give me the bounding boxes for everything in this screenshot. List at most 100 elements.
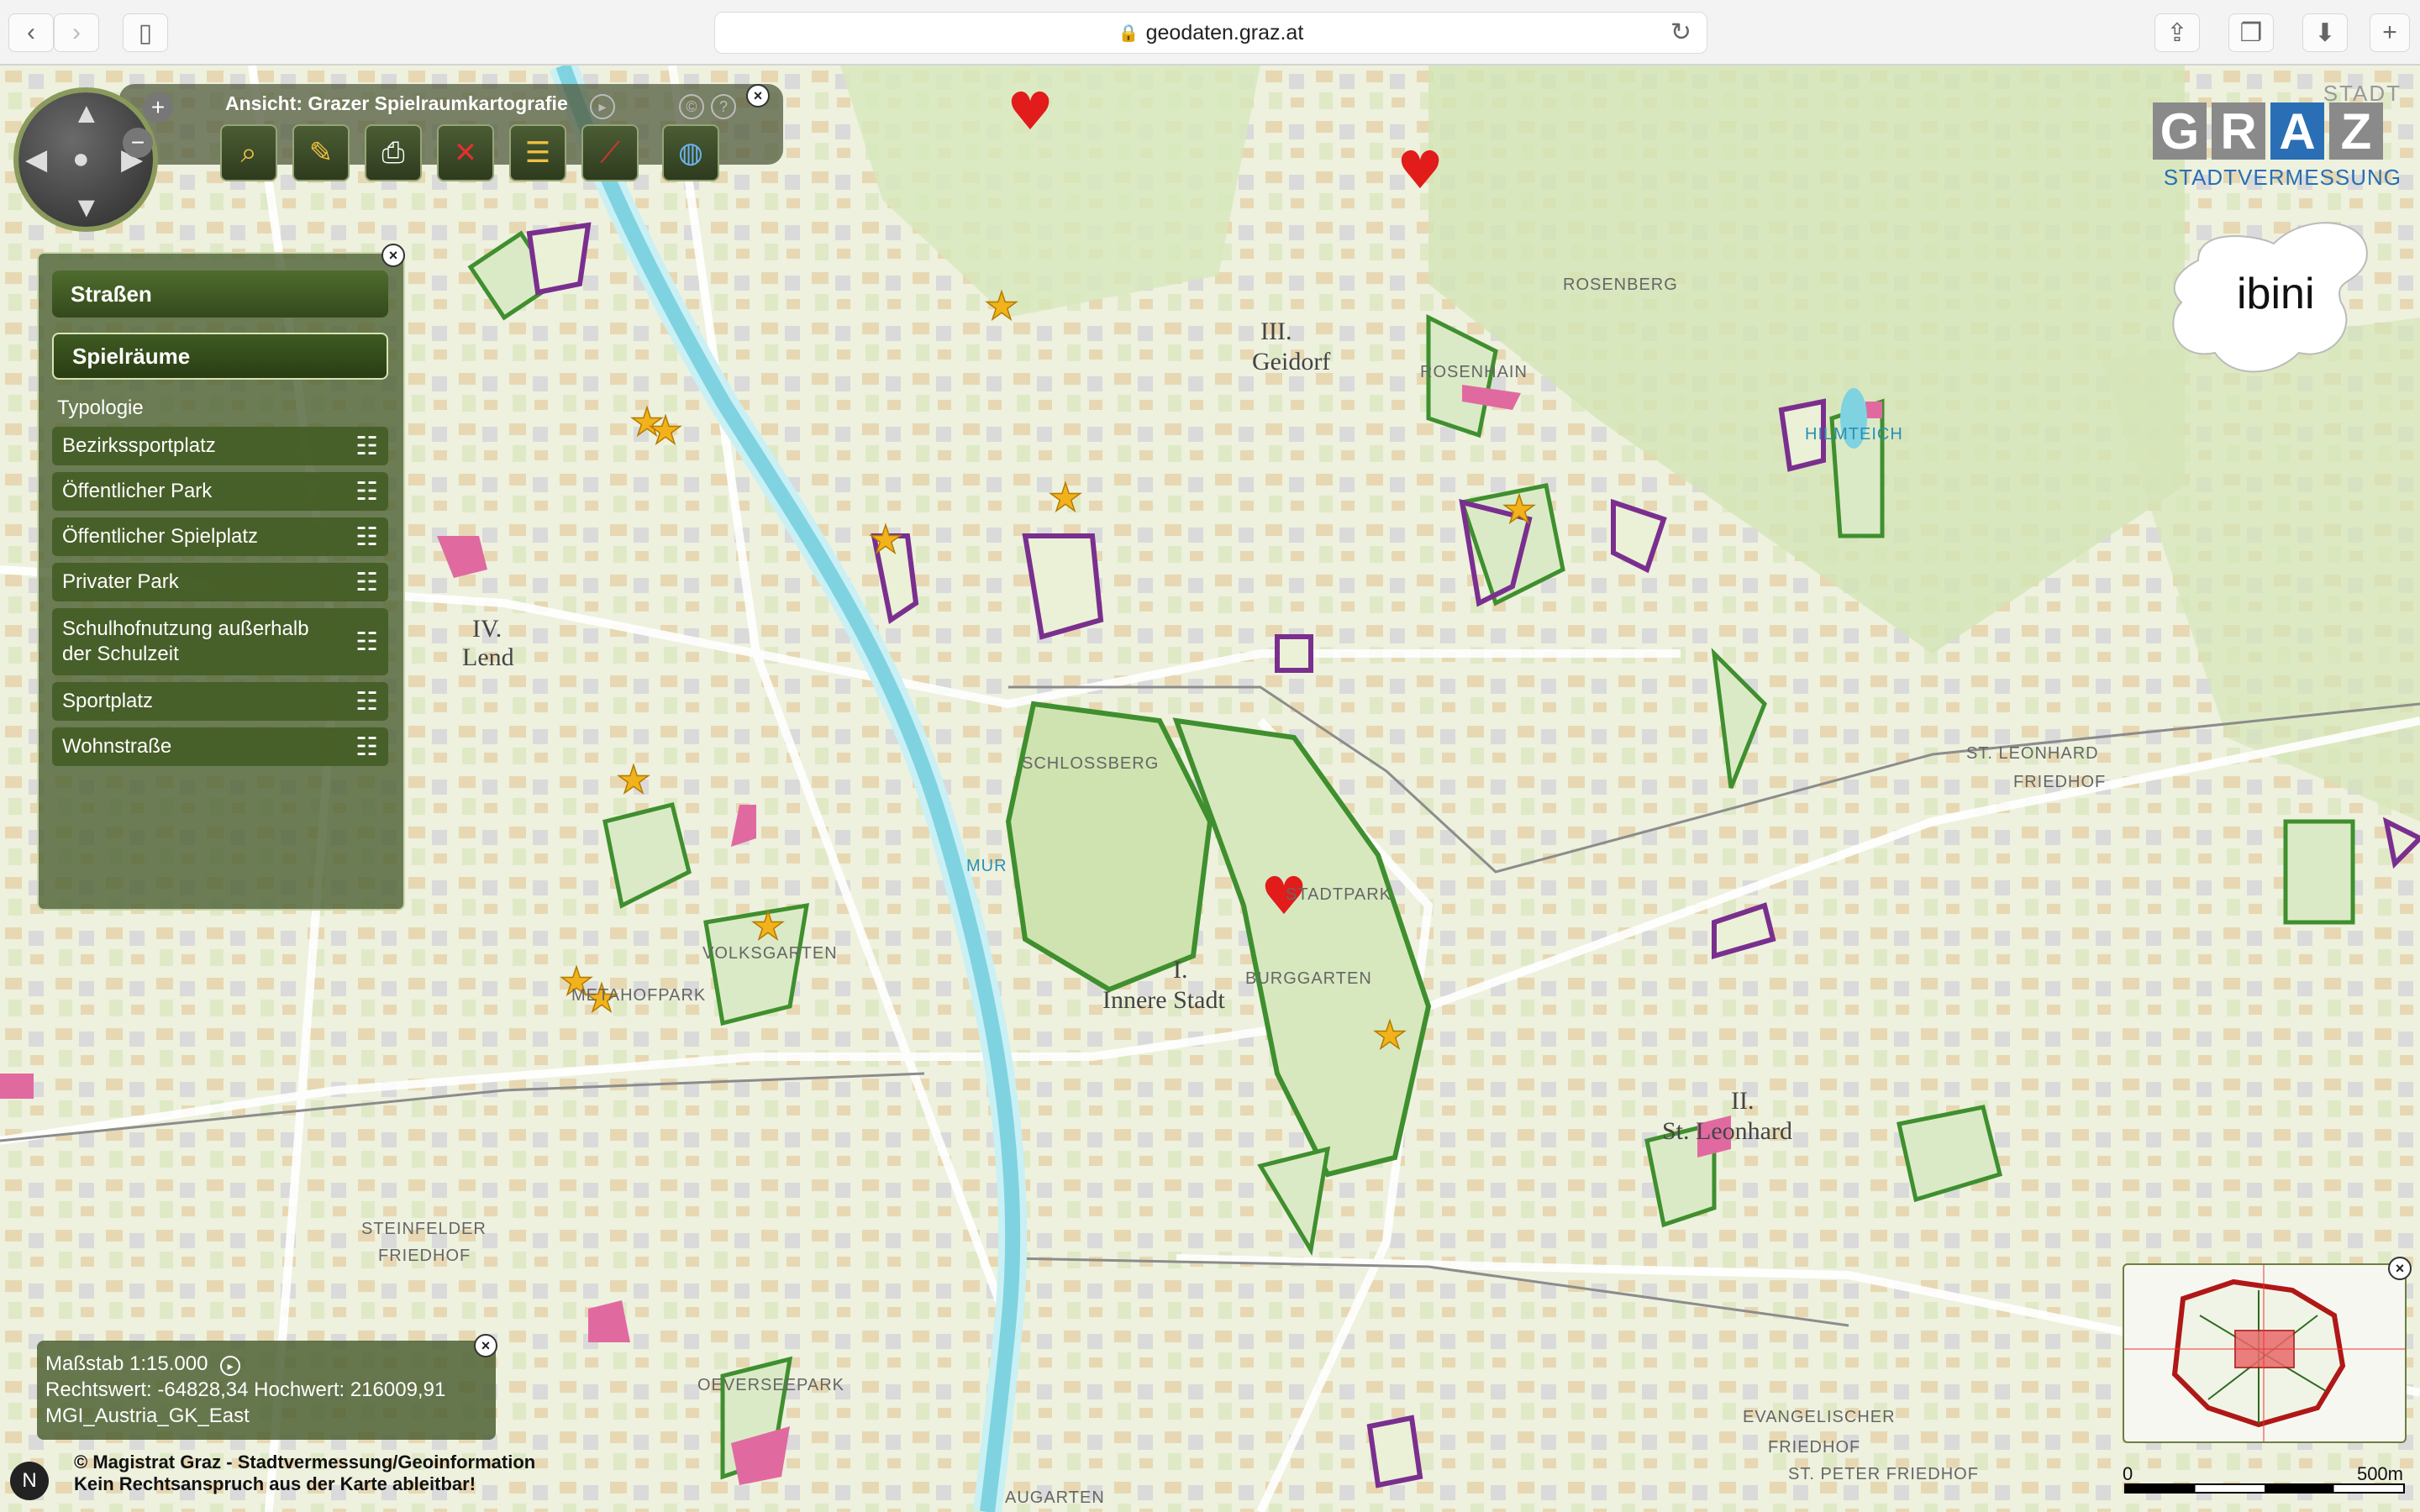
list-icon[interactable]: ☷ <box>355 732 378 762</box>
reload-icon[interactable]: ↻ <box>1670 18 1691 47</box>
pan-center-icon[interactable]: ● <box>72 143 90 176</box>
play-icon[interactable]: ▸ <box>590 94 615 119</box>
svg-text:★: ★ <box>868 517 902 562</box>
district-label-lend: Lend <box>462 643 514 671</box>
list-icon[interactable]: ☷ <box>355 687 378 717</box>
layers-icon[interactable]: ☰ <box>509 124 566 181</box>
view-title: Ansicht: Grazer Spielraumkartografie <box>225 92 568 114</box>
scale-bar-labels: 0 500m <box>2123 1463 2403 1485</box>
tabs-icon: ❐ <box>2239 18 2263 47</box>
tool-row: ⌕ ✎ ⎙ ✕ ☰ ⟋ ◍ <box>220 124 719 181</box>
globe-icon[interactable]: ◍ <box>662 124 719 181</box>
category-play-spaces[interactable]: Spielräume <box>52 333 388 380</box>
svg-text:★: ★ <box>750 903 785 948</box>
place-label-evangelischer: EVANGELISCHER <box>1743 1408 1896 1426</box>
scale-start: 0 <box>2123 1463 2133 1484</box>
district-label-innere-stadt: Innere Stadt <box>1102 986 1225 1014</box>
place-label-oeverseepark: OEVERSEEPARK <box>697 1376 845 1394</box>
logo-letter: A <box>2270 102 2324 160</box>
pan-down-icon[interactable]: ▼ <box>72 192 101 224</box>
lock-icon: 🔒 <box>1118 24 1139 43</box>
new-tab-button[interactable]: + <box>2370 13 2410 52</box>
place-label-friedhof: FRIEDHOF <box>378 1247 471 1265</box>
crs-text: MGI_Austria_GK_East <box>45 1404 250 1427</box>
url-text: geodaten.graz.at <box>1145 20 1304 45</box>
list-icon[interactable]: ☷ <box>355 432 378 461</box>
place-label-burggarten: BURGGARTEN <box>1245 969 1372 988</box>
scale-play-icon[interactable]: ▸ <box>220 1356 241 1376</box>
svg-text:♥: ♥ <box>1397 139 1444 201</box>
legend-label: Öffentlicher Spielplatz <box>62 525 259 548</box>
place-label-augarten: AUGARTEN <box>1005 1488 1105 1507</box>
place-label-steinfelder: STEINFELDER <box>361 1220 487 1238</box>
legend-item-oeffentlicher-spielplatz[interactable]: Öffentlicher Spielplatz ☷ <box>52 517 388 556</box>
list-icon[interactable]: ☷ <box>355 522 378 552</box>
svg-text:★: ★ <box>1048 475 1082 520</box>
legend-item-bezirkssportplatz[interactable]: Bezirkssportplatz ☷ <box>52 427 388 465</box>
print-icon[interactable]: ⎙ <box>365 124 422 181</box>
place-label-st-leonhard-friedhof-2: FRIEDHOF <box>2013 773 2107 791</box>
logo-letter: Z <box>2329 102 2383 160</box>
zoom-in-button[interactable]: + <box>143 92 173 123</box>
legend-label: Wohnstraße <box>62 735 172 758</box>
pan-left-icon[interactable]: ◀ <box>25 143 47 176</box>
download-icon: ⬇ <box>2314 18 2336 47</box>
info-close-icon[interactable]: × <box>474 1334 497 1357</box>
legend-label: Schulhofnutzung außerhalb der Schulzeit <box>62 617 309 665</box>
measure-icon[interactable]: ⟋ <box>581 124 639 181</box>
typology-heading: Typologie <box>57 396 144 419</box>
district-label-geidorf: Geidorf <box>1252 348 1331 375</box>
scale-row: Maßstab 1:15.000 ▸ <box>45 1351 487 1377</box>
legend-item-wohnstrasse[interactable]: Wohnstraße ☷ <box>52 727 388 766</box>
legend-item-oeffentlicher-park[interactable]: Öffentlicher Park ☷ <box>52 472 388 511</box>
district-number-lend: IV. <box>472 615 502 643</box>
browser-toolbar: ‹ › ▯ 🔒 geodaten.graz.at ↻ ⇪ ❐ ⬇ + <box>0 0 2420 66</box>
pan-control[interactable]: ▲ ▼ ◀ ▶ ● <box>18 92 153 227</box>
scale-end: 500m <box>2356 1463 2403 1484</box>
svg-text:★: ★ <box>984 283 1018 328</box>
tabs-button[interactable]: ❐ <box>2228 13 2274 52</box>
copyright-line-2: Kein Rechtsanspruch aus der Karte ableit… <box>74 1473 476 1494</box>
category-streets[interactable]: Straßen <box>52 270 388 318</box>
back-icon: ‹ <box>27 18 35 46</box>
delete-icon[interactable]: ✕ <box>437 124 494 181</box>
graz-logo: G R A Z <box>2153 102 2383 160</box>
legend-item-schulhofnutzung[interactable]: Schulhofnutzung außerhalb der Schulzeit … <box>52 608 388 675</box>
svg-text:★: ★ <box>616 757 650 802</box>
copyright-line-1: © Magistrat Graz - Stadtvermessung/Geoin… <box>74 1452 536 1473</box>
list-icon[interactable]: ☷ <box>355 477 378 507</box>
overview-map[interactable]: × <box>2123 1257 2412 1443</box>
scale-bar <box>2124 1483 2405 1494</box>
place-label-hilmteich: HILMTEICH <box>1805 425 1903 444</box>
forward-button[interactable]: › <box>54 13 99 52</box>
downloads-button[interactable]: ⬇ <box>2302 13 2348 52</box>
place-label-volksgarten: VOLKSGARTEN <box>702 944 838 963</box>
back-button[interactable]: ‹ <box>8 13 54 52</box>
district-number-geidorf: III. <box>1260 318 1292 345</box>
help-icon[interactable]: ? <box>711 94 736 119</box>
binoculars-icon[interactable]: ⌕ <box>220 124 277 181</box>
address-bar[interactable]: 🔒 geodaten.graz.at ↻ <box>714 12 1707 54</box>
scale-coordinate-box: × Maßstab 1:15.000 ▸ Rechtswert: -64828,… <box>37 1334 497 1440</box>
place-label-rosenberg: ROSENBERG <box>1563 276 1678 294</box>
share-button[interactable]: ⇪ <box>2154 13 2200 52</box>
svg-text:★: ★ <box>1502 486 1536 532</box>
panel-close-icon[interactable]: × <box>381 244 405 267</box>
sidebar-toggle-button[interactable]: ▯ <box>123 13 168 52</box>
coordinates-text: Rechtswert: -64828,34 Hochwert: 216009,9… <box>45 1378 446 1401</box>
zoom-out-button[interactable]: − <box>123 128 153 158</box>
pencil-icon[interactable]: ✎ <box>292 124 350 181</box>
legend-item-sportplatz[interactable]: Sportplatz ☷ <box>52 682 388 721</box>
overview-close-icon[interactable]: × <box>2388 1257 2412 1280</box>
svg-text:♥: ♥ <box>1007 81 1054 142</box>
list-icon[interactable]: ☷ <box>355 568 378 597</box>
ibini-text: ibini <box>2237 270 2315 318</box>
pan-up-icon[interactable]: ▲ <box>72 97 101 130</box>
list-icon[interactable]: ☷ <box>355 627 378 657</box>
legend-item-privater-park[interactable]: Privater Park ☷ <box>52 563 388 601</box>
place-label-evangelischer-friedhof: FRIEDHOF <box>1768 1438 1861 1457</box>
toolbar-close-icon[interactable]: × <box>746 84 770 108</box>
copyright-icon[interactable]: © <box>679 94 704 119</box>
plus-icon: + <box>2382 18 2397 46</box>
place-label-st-peter-friedhof: ST. PETER FRIEDHOF <box>1788 1465 1979 1483</box>
